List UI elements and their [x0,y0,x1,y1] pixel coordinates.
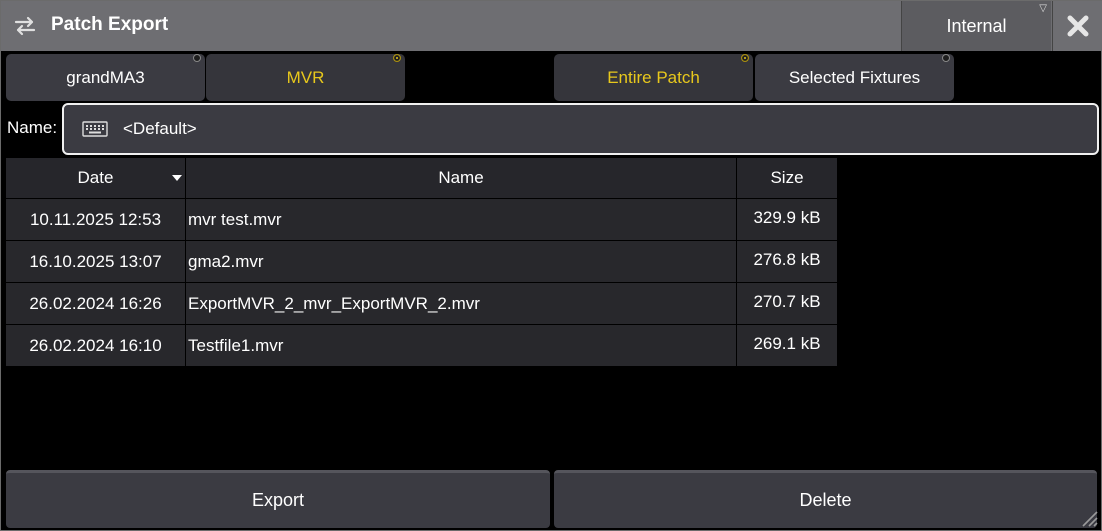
destination-select[interactable]: Internal ▽ [901,1,1051,51]
scope-selected-fixtures-label: Selected Fixtures [788,67,921,87]
date-cell: 26.02.2024 16:26 [6,283,186,325]
format-mvr-label: MVR [286,67,325,87]
delete-button-label: Delete [799,490,852,510]
title-bar[interactable]: Patch Export Internal ▽ [1,1,1102,51]
table-row[interactable]: 26.02.2024 16:10 Testfile1.mvr 269.1 kB [6,325,837,367]
export-button[interactable]: Export [6,470,550,528]
file-table: Date Name Size 10.11.2025 12:53 mvr test… [6,158,837,367]
swap-arrows-icon [14,16,36,36]
format-grandma3-button[interactable]: grandMA3 [6,54,205,101]
date-cell: 16.10.2025 13:07 [6,241,186,283]
column-header-name-label: Name [438,168,484,187]
radio-indicator-icon [393,54,401,62]
column-header-date-label: Date [77,168,114,187]
date-cell: 10.11.2025 12:53 [6,199,186,241]
name-cell: mvr test.mvr [186,199,737,241]
scope-entire-patch-button[interactable]: Entire Patch [554,54,753,101]
table-row[interactable]: 16.10.2025 13:07 gma2.mvr 276.8 kB [6,241,837,283]
sort-descending-icon [172,175,182,181]
name-cell: ExportMVR_2_mvr_ExportMVR_2.mvr [186,283,737,325]
radio-indicator-icon [741,54,749,62]
window-title: Patch Export [51,14,169,35]
date-cell: 26.02.2024 16:10 [6,325,186,367]
dropdown-caret-icon: ▽ [1039,3,1047,14]
name-label: Name: [7,118,58,137]
size-cell: 276.8 kB [737,241,837,283]
delete-button[interactable]: Delete [554,470,1097,528]
scope-selected-fixtures-button[interactable]: Selected Fixtures [755,54,954,101]
name-value: <Default> [123,119,197,138]
column-header-size[interactable]: Size [737,158,837,199]
size-cell: 270.7 kB [737,283,837,325]
radio-indicator-icon [193,54,201,62]
radio-indicator-icon [942,54,950,62]
name-cell: Testfile1.mvr [186,325,737,367]
size-cell: 269.1 kB [737,325,837,367]
close-icon [1067,15,1089,37]
resize-grip-icon[interactable] [1075,504,1099,528]
column-header-date[interactable]: Date [6,158,186,199]
keyboard-icon [82,121,108,137]
size-cell: 329.9 kB [737,199,837,241]
table-header-row: Date Name Size [6,158,837,199]
name-cell: gma2.mvr [186,241,737,283]
destination-label: Internal [946,15,1007,36]
name-input[interactable]: <Default> [62,103,1099,155]
patch-export-window: Patch Export Internal ▽ grandMA3 MVR Ent… [0,0,1102,531]
close-button[interactable] [1052,1,1102,51]
column-header-name[interactable]: Name [186,158,737,199]
table-row[interactable]: 10.11.2025 12:53 mvr test.mvr 329.9 kB [6,199,837,241]
export-button-label: Export [251,490,305,510]
format-grandma3-label: grandMA3 [66,67,145,87]
column-header-size-label: Size [770,168,804,187]
format-mvr-button[interactable]: MVR [206,54,405,101]
scope-entire-patch-label: Entire Patch [607,67,700,87]
table-row[interactable]: 26.02.2024 16:26 ExportMVR_2_mvr_ExportM… [6,283,837,325]
